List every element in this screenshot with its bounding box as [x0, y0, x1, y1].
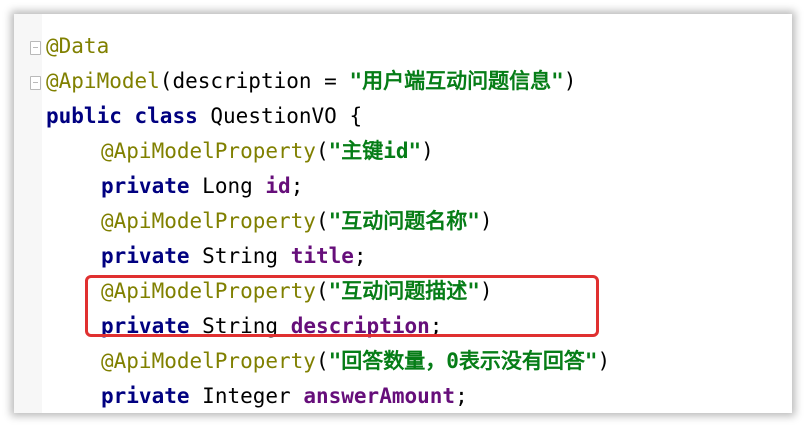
- type-name: Integer: [202, 384, 291, 408]
- string-literal: "互动问题名称": [328, 209, 480, 233]
- code-line-10: @ApiModelProperty("回答数量，0表示没有回答"): [46, 344, 610, 379]
- type-name: Long: [202, 174, 253, 198]
- annotation-apimodelproperty: @ApiModelProperty: [101, 139, 316, 163]
- string-literal: "用户端互动问题信息": [349, 69, 564, 93]
- keyword-class: class: [134, 104, 198, 128]
- paren-close: ): [597, 349, 611, 373]
- annotation-apimodelproperty: @ApiModelProperty: [101, 209, 316, 233]
- paren-close: ): [421, 139, 434, 163]
- code-area[interactable]: @Data @ApiModel(description = "用户端互动问题信息…: [14, 14, 792, 413]
- code-line-2: @ApiModel(description = "用户端互动问题信息"): [46, 64, 576, 99]
- attribute-name: description =: [172, 69, 350, 93]
- paren-close: ): [479, 209, 493, 233]
- annotation-data: @Data: [46, 34, 110, 58]
- keyword-public: public: [46, 104, 122, 128]
- highlight-annotation-box: [85, 275, 599, 337]
- annotation-apimodel: @ApiModel: [46, 69, 160, 93]
- keyword-private: private: [101, 384, 190, 408]
- paren-open: (: [315, 209, 329, 233]
- paren-open: (: [159, 69, 173, 93]
- annotation-apimodelproperty: @ApiModelProperty: [101, 349, 316, 373]
- semicolon: ;: [455, 384, 468, 408]
- fold-marker-icon[interactable]: [30, 76, 41, 90]
- code-line-6: @ApiModelProperty("互动问题名称"): [46, 204, 493, 239]
- fold-marker-icon[interactable]: [30, 41, 41, 55]
- string-literal: "回答数量，0表示没有回答": [328, 349, 598, 373]
- field-name: answerAmount: [303, 384, 456, 408]
- code-line-4: @ApiModelProperty("主键id"): [46, 134, 434, 169]
- string-literal: "主键id": [328, 139, 422, 163]
- semicolon: ;: [290, 174, 304, 198]
- code-line-1: @Data: [46, 29, 109, 64]
- code-line-3: public class QuestionVO {: [46, 99, 362, 134]
- code-line-7: private String title;: [46, 239, 367, 274]
- field-name: id: [265, 174, 291, 198]
- paren-open: (: [315, 349, 329, 373]
- paren-close: ): [563, 69, 577, 93]
- type-name: String: [202, 244, 279, 268]
- keyword-private: private: [101, 174, 190, 198]
- field-name: title: [290, 244, 354, 268]
- keyword-private: private: [101, 244, 190, 268]
- semicolon: ;: [353, 244, 367, 268]
- code-editor[interactable]: @Data @ApiModel(description = "用户端互动问题信息…: [14, 14, 792, 413]
- code-line-11: private Integer answerAmount;: [46, 379, 468, 413]
- paren-open: (: [315, 139, 329, 163]
- class-name: QuestionVO {: [210, 104, 363, 128]
- code-line-5: private Long id;: [46, 169, 303, 204]
